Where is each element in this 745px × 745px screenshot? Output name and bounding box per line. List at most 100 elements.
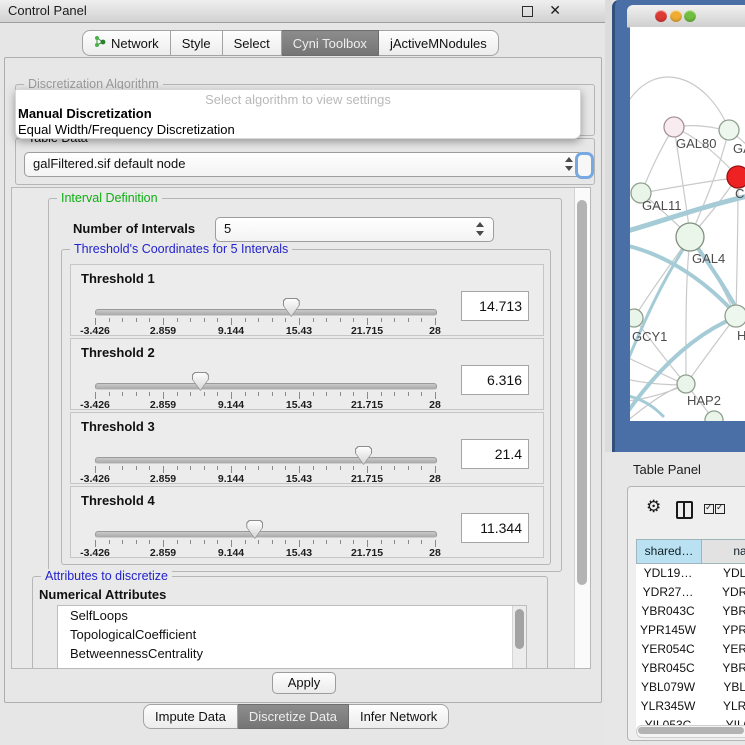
number-of-intervals-combo[interactable]: 5	[215, 217, 494, 242]
threshold-panel-2: Threshold 2 -3.4262.8599.14415.4321.71528…	[70, 338, 544, 410]
threshold-label: Threshold 1	[81, 271, 155, 286]
checked-box-icon[interactable]	[704, 504, 714, 514]
network-node[interactable]	[719, 120, 739, 140]
network-node[interactable]	[727, 166, 745, 188]
slider-track[interactable]	[95, 383, 437, 390]
control-panel-titlebar: Control Panel ✕	[0, 0, 605, 23]
tab-label: Discretize Data	[249, 709, 337, 724]
table-cell: YBR0	[700, 659, 745, 678]
traffic-light-minimize[interactable]	[670, 10, 682, 22]
columns-icon[interactable]	[676, 501, 693, 519]
tab-select[interactable]: Select	[223, 30, 282, 56]
table-cell: YDR2	[700, 583, 745, 602]
numerical-attributes-label: Numerical Attributes	[39, 587, 166, 602]
network-edge[interactable]	[630, 357, 684, 384]
attribute-item-selfloops[interactable]: SelfLoops	[58, 606, 526, 625]
panel-scrollbar-thumb[interactable]	[577, 200, 587, 585]
column-header-2[interactable]: na	[702, 539, 745, 564]
checked-box-icon[interactable]	[715, 504, 725, 514]
close-icon[interactable]: ✕	[549, 2, 561, 19]
attribute-item-topologicalcoefficient[interactable]: TopologicalCoefficient	[58, 625, 526, 644]
table-data-combo[interactable]: galFiltered.sif default node	[24, 152, 583, 177]
attribute-item-betweennesscentrality[interactable]: BetweennessCentrality	[58, 644, 526, 663]
settings-scroll-panel: Interval Definition Number of Intervals …	[11, 187, 591, 669]
table-row[interactable]: YBL079WYBL0	[636, 678, 745, 697]
thresholds-groupbox: Threshold's Coordinates for 5 Intervals …	[61, 249, 551, 565]
tab-impute-data[interactable]: Impute Data	[143, 704, 238, 729]
float-window-icon[interactable]	[522, 6, 533, 17]
table-data-combo-value: galFiltered.sif default node	[33, 156, 185, 171]
slider-track[interactable]	[95, 309, 437, 316]
app-root: Control Panel ✕ NetworkStyle Select Cyni T…	[0, 0, 745, 745]
traffic-light-zoom[interactable]	[684, 10, 696, 22]
node-label-h: H	[737, 328, 745, 343]
attributes-groupbox: Attributes to discretize Numerical Attri…	[32, 576, 548, 669]
tick-label: -3.426	[80, 473, 110, 485]
network-node[interactable]	[676, 223, 704, 251]
option-manual-discretization[interactable]: Manual Discretization	[18, 106, 152, 121]
table-cell: YLR345W	[636, 697, 700, 716]
list-scrollbar	[512, 606, 526, 669]
tick-label: 2.859	[150, 325, 176, 337]
threshold-value-field[interactable]: 6.316	[461, 365, 529, 395]
interval-definition-groupbox: Interval Definition Number of Intervals …	[48, 198, 562, 572]
network-edge[interactable]	[630, 385, 684, 421]
numerical-attributes-list[interactable]: SelfLoopsTopologicalCoefficientBetweenne…	[57, 605, 527, 669]
algorithm-combo-focus-ring[interactable]	[575, 152, 594, 179]
network-edge[interactable]	[642, 178, 735, 193]
table-row[interactable]: YBR043CYBR0	[636, 602, 745, 621]
list-scrollbar-thumb[interactable]	[515, 609, 524, 649]
threshold-value-field[interactable]: 21.4	[461, 439, 529, 469]
slider-track[interactable]	[95, 457, 437, 464]
table-row[interactable]: YLR345WYLR3	[636, 697, 745, 716]
table-cell: YBL079W	[636, 678, 700, 697]
threshold-value-field[interactable]: 14.713	[461, 291, 529, 321]
gear-icon[interactable]: ⚙	[646, 497, 661, 517]
table-cell: YER0	[700, 640, 745, 659]
table-row[interactable]: YDR27…YDR2	[636, 583, 745, 602]
network-window-titlebar[interactable]	[627, 5, 745, 28]
tab-cyni-toolbox[interactable]: Cyni Toolbox	[282, 30, 379, 56]
table-row[interactable]: YPR145WYPR1	[636, 621, 745, 640]
table-row[interactable]: YDL19…YDL1	[636, 564, 745, 583]
table-hscrollbar-thumb[interactable]	[638, 727, 744, 734]
network-canvas[interactable]: GAL80GACGAL11GAL4GCY1HHAP2	[630, 27, 745, 421]
tab-jactivemnodules[interactable]: jActiveMNodules	[379, 30, 499, 56]
network-edge[interactable]	[686, 237, 690, 382]
network-view-window: GAL80GACGAL11GAL4GCY1HHAP2	[612, 0, 745, 452]
top-tab-bar: NetworkStyle Select Cyni ToolboxjActiveMNo…	[82, 30, 499, 56]
slider-ticks: -3.4262.8599.14415.4321.71528	[95, 392, 435, 410]
network-node[interactable]	[677, 375, 695, 393]
panel-scrollbar	[574, 188, 590, 668]
tab-label: Select	[234, 36, 270, 51]
option-equal-width-frequency[interactable]: Equal Width/Frequency Discretization	[18, 122, 235, 137]
table-row[interactable]: YBR045CYBR0	[636, 659, 745, 678]
table-cell: YBR0	[700, 602, 745, 621]
threshold-label: Threshold 4	[81, 493, 155, 508]
network-node[interactable]	[664, 117, 684, 137]
cyni-toolbox-panel: Discretization Algorithm Table Data galF…	[4, 57, 602, 703]
tab-discretize-data[interactable]: Discretize Data	[238, 704, 349, 729]
thresholds-group-title: Threshold's Coordinates for 5 Intervals	[70, 242, 292, 256]
table-row[interactable]: YER054CYER0	[636, 640, 745, 659]
network-edge[interactable]	[642, 127, 674, 191]
tab-style[interactable]: Style	[171, 30, 223, 56]
slider-track[interactable]	[95, 531, 437, 538]
combo-spinner-icon	[476, 222, 485, 236]
network-node[interactable]	[630, 309, 643, 327]
node-label-gal11: GAL11	[642, 198, 682, 213]
network-icon	[94, 35, 106, 51]
threshold-panel-1: Threshold 1-3.4262.8599.14415.4321.71528…	[70, 264, 544, 336]
threshold-label: Threshold 2	[81, 345, 155, 360]
network-node[interactable]	[725, 305, 745, 327]
tick-label: 21.715	[351, 399, 383, 411]
apply-button[interactable]: Apply	[272, 672, 336, 694]
node-label-c: C	[735, 186, 744, 201]
column-header-1[interactable]: shared…	[636, 539, 702, 564]
tab-infer-network[interactable]: Infer Network	[349, 704, 449, 729]
tab-network[interactable]: Network	[82, 30, 171, 56]
threshold-value-field[interactable]: 11.344	[461, 513, 529, 543]
node-label-gcy1: GCY1	[632, 329, 667, 344]
traffic-light-close[interactable]	[655, 10, 667, 22]
table-cell: YDL19…	[636, 564, 700, 583]
